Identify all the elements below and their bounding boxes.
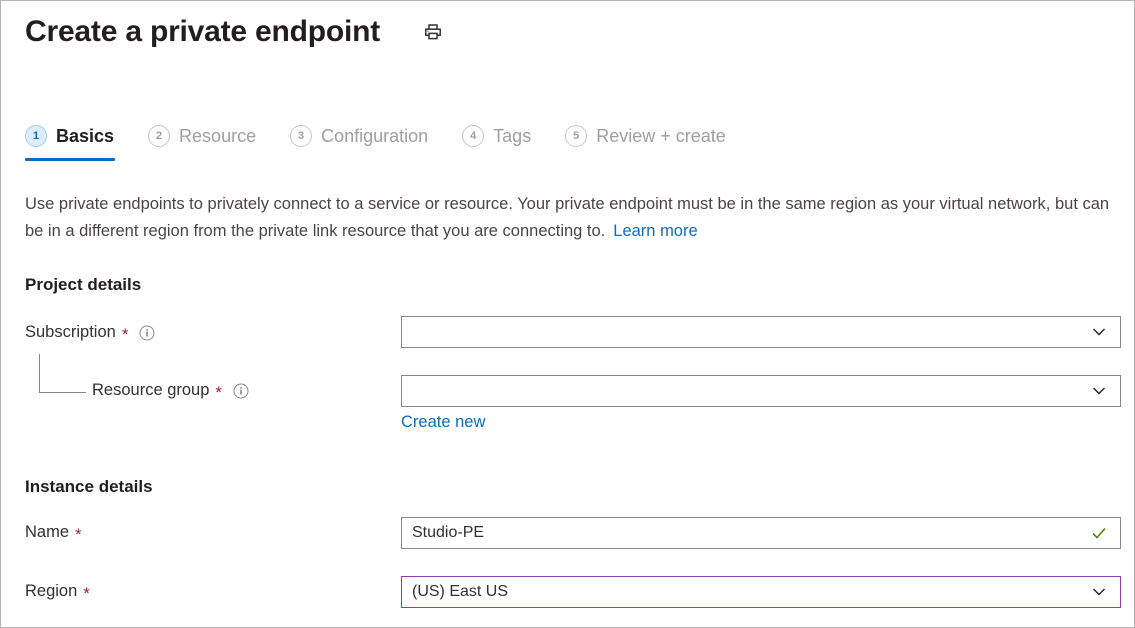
name-label: Name * [25,523,82,542]
chevron-down-icon [1090,583,1108,601]
subscription-info-icon[interactable] [139,325,155,341]
description-text-block: Use private endpoints to privately conne… [25,191,1110,245]
learn-more-link[interactable]: Learn more [613,222,697,240]
page-title: Create a private endpoint [25,17,380,47]
printer-icon[interactable] [420,19,446,45]
create-private-endpoint-page: Create a private endpoint 1 Basics 2 Res… [0,0,1135,628]
info-icon-glyph [233,383,249,399]
instance-details-heading: Instance details [25,477,153,497]
checkmark-icon-glyph [1090,524,1108,542]
chevron-down-icon-glyph [1091,584,1107,600]
tab-basics-number: 1 [25,125,47,147]
tab-review-create[interactable]: 5 Review + create [565,125,726,161]
resource-group-required-marker: * [215,384,222,401]
printer-icon-glyph [423,22,443,42]
tab-resource-number: 2 [148,125,170,147]
create-new-resource-group-link[interactable]: Create new [401,413,485,432]
subscription-label: Subscription * [25,323,155,342]
tab-basics-label: Basics [56,126,114,146]
region-label: Region * [25,582,90,601]
tab-resource[interactable]: 2 Resource [148,125,256,161]
region-label-text: Region [25,582,77,601]
chevron-down-icon-glyph [1091,383,1107,399]
tab-resource-label: Resource [179,126,256,146]
region-value: (US) East US [412,577,1090,607]
wizard-tabs: 1 Basics 2 Resource 3 Configuration 4 Ta… [25,125,726,161]
resource-group-label-text: Resource group [92,381,209,400]
tab-basics[interactable]: 1 Basics [25,125,114,161]
region-dropdown[interactable]: (US) East US [401,576,1121,608]
tab-configuration-label: Configuration [321,126,428,146]
checkmark-icon [1090,524,1108,542]
resource-group-tree-connector [39,354,86,393]
tab-configuration-number: 3 [290,125,312,147]
subscription-required-marker: * [122,326,129,343]
resource-group-info-icon[interactable] [233,383,249,399]
name-textbox[interactable]: Studio-PE [401,517,1121,549]
resource-group-label: Resource group * [92,381,249,400]
subscription-label-text: Subscription [25,323,116,342]
page-header: Create a private endpoint [1,1,1134,63]
chevron-down-icon [1090,382,1108,400]
tab-active-underline [25,158,115,161]
resource-group-dropdown[interactable] [401,375,1121,407]
description-text: Use private endpoints to privately conne… [25,195,1109,240]
chevron-down-icon [1090,323,1108,341]
tab-review-create-label: Review + create [596,126,726,146]
name-label-text: Name [25,523,69,542]
tab-configuration[interactable]: 3 Configuration [290,125,428,161]
tab-tags-label: Tags [493,126,531,146]
name-value: Studio-PE [412,518,1090,548]
tab-tags-number: 4 [462,125,484,147]
project-details-heading: Project details [25,275,141,295]
info-icon-glyph [139,325,155,341]
tab-review-create-number: 5 [565,125,587,147]
chevron-down-icon-glyph [1091,324,1107,340]
name-required-marker: * [75,526,82,543]
subscription-dropdown[interactable] [401,316,1121,348]
tab-tags[interactable]: 4 Tags [462,125,531,161]
region-required-marker: * [83,585,90,602]
